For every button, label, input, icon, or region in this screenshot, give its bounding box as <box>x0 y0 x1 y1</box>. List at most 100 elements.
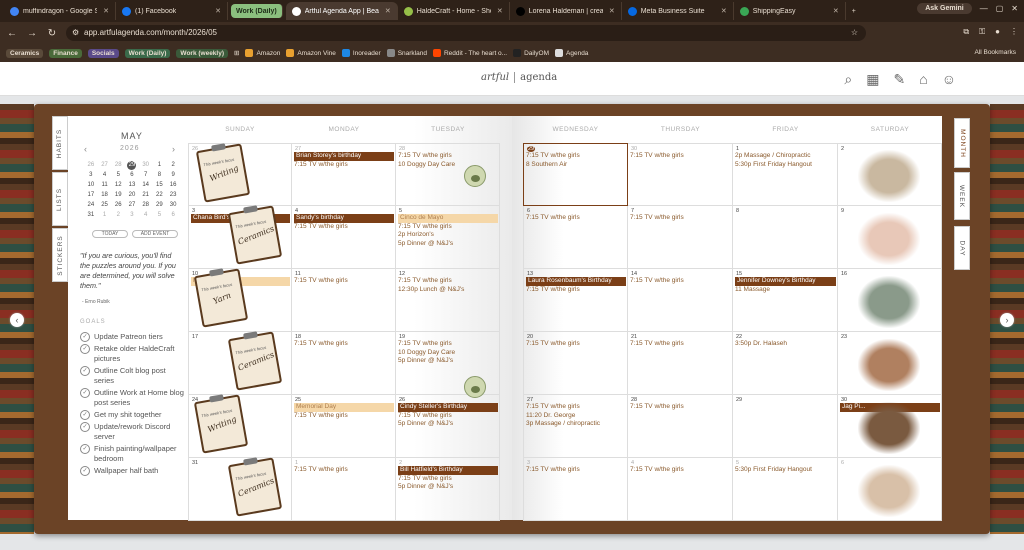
mini-calendar-day[interactable]: 2 <box>111 210 125 220</box>
all-day-event[interactable]: Cinco de Mayo <box>398 214 498 223</box>
calendar-day-cell[interactable]: 11 7:15 TV w/the girls <box>292 269 396 332</box>
mini-calendar-day[interactable]: 26 <box>111 200 125 210</box>
mini-calendar-day[interactable]: 25 <box>98 200 112 210</box>
all-day-event[interactable]: Laura Rosenbaum's Birthday <box>526 277 626 286</box>
browser-tab[interactable]: ShippingEasy ✕ <box>734 2 846 20</box>
goal-item[interactable]: ✓ Retake older HaldeCraft pictures <box>80 344 184 364</box>
tab-close-icon[interactable]: ✕ <box>715 7 727 15</box>
new-tab-button[interactable]: + <box>846 2 862 20</box>
browser-tab[interactable]: HaldeCraft - Home - Shop ✕ <box>398 2 510 20</box>
bookmark-item[interactable]: DailyOM <box>513 49 549 57</box>
mini-calendar-day[interactable]: 31 <box>84 210 98 220</box>
mini-calendar-day[interactable]: 27 <box>98 160 112 170</box>
browser-tab[interactable]: Meta Business Suite ✕ <box>622 2 734 20</box>
mini-calendar-day[interactable]: 5 <box>111 170 125 180</box>
mini-calendar-day[interactable]: 18 <box>98 190 112 200</box>
weekly-focus-sticker[interactable]: This week's focus Ceramics <box>227 457 283 517</box>
goal-item[interactable]: ✓ Outline Colt blog post series <box>80 366 184 386</box>
tab-close-icon[interactable]: ✕ <box>827 7 839 15</box>
calendar-day-cell[interactable]: 8 <box>733 206 838 269</box>
calendar-day-cell[interactable]: 4 Sandy's birthday 7:15 TV w/the girls <box>292 206 396 269</box>
event-item[interactable]: 7:15 TV w/the girls <box>294 466 394 475</box>
calendar-day-cell[interactable]: 25 Memorial Day 7:15 TV w/the girls <box>292 395 396 458</box>
event-item[interactable]: 7:15 TV w/the girls <box>398 475 498 484</box>
apps-grid-icon[interactable]: ⊞ <box>234 49 239 57</box>
calendar-day-cell[interactable]: 14 7:15 TV w/the girls <box>628 269 733 332</box>
weekly-focus-sticker[interactable]: This week's focus Writing <box>193 394 249 454</box>
calendar-day-cell[interactable]: 22 3:50p Dr. Halaseh <box>733 332 838 395</box>
mini-calendar-day[interactable]: 1 <box>153 160 167 170</box>
minimize-icon[interactable]: — <box>980 4 988 13</box>
bookmark-item[interactable]: Amazon <box>245 49 280 57</box>
paw-print-sticker-icon[interactable] <box>464 376 486 398</box>
calendar-day-cell[interactable]: 15 Jennifer Downey's Birthday 11 Massage <box>733 269 838 332</box>
calendar-day-cell[interactable]: 26 Cindy Steller's Birthday 7:15 TV w/the … <box>396 395 500 458</box>
goal-item[interactable]: ✓ Finish painting/wallpaper bedroom <box>80 444 184 464</box>
mini-calendar-day[interactable]: 24 <box>84 200 98 210</box>
mini-calendar-day[interactable]: 29 <box>153 200 167 210</box>
event-item[interactable]: 3p Massage / chiropractic <box>526 420 626 429</box>
event-item[interactable]: 8 Southern Air <box>526 161 626 170</box>
mini-calendar-day[interactable]: 12 <box>111 180 125 190</box>
yarn-balls-sticker[interactable] <box>858 276 920 328</box>
menu-kebab-icon[interactable]: ⋮ <box>1010 27 1018 37</box>
tab-close-icon[interactable]: ✕ <box>603 7 615 15</box>
calendar-day-cell[interactable]: 27 7:15 TV w/the girls 11:20 Dr. George 3p … <box>523 395 628 458</box>
mini-calendar-day[interactable]: 30 <box>166 200 180 210</box>
event-item[interactable]: 11:20 Dr. George <box>526 412 626 421</box>
event-item[interactable]: 7:15 TV w/the girls <box>398 152 498 161</box>
site-info-icon[interactable]: ⚙ <box>72 25 79 41</box>
address-bar[interactable]: ⚙ app.artfulagenda.com/month/2026/05 ☆ <box>66 25 866 41</box>
bookmark-star-icon[interactable]: ☆ <box>851 25 858 41</box>
tab-week[interactable]: WEEK <box>954 172 970 220</box>
event-item[interactable]: 5p Dinner @ N&J's <box>398 420 498 429</box>
mini-calendar-day[interactable]: 13 <box>125 180 139 190</box>
previous-month-arrow[interactable]: ‹ <box>10 313 24 327</box>
event-item[interactable]: 5:30p First Friday Hangout <box>735 161 836 170</box>
calendar-day-cell[interactable]: 2 Bill Hatfield's Birthday 7:15 TV w/the g… <box>396 458 500 521</box>
tab-habits[interactable]: HABITS <box>52 116 68 170</box>
all-day-event[interactable]: Sandy's birthday <box>294 214 394 223</box>
event-item[interactable]: 7:15 TV w/the girls <box>294 340 394 349</box>
calendar-day-cell[interactable]: 21 7:15 TV w/the girls <box>628 332 733 395</box>
mini-calendar-day[interactable]: 28 <box>139 200 153 210</box>
mini-calendar-prev-icon[interactable]: ‹ <box>84 144 87 154</box>
reload-icon[interactable]: ↻ <box>44 28 60 39</box>
mini-calendar-day[interactable]: 2 <box>166 160 180 170</box>
mini-calendar-day[interactable]: 19 <box>111 190 125 200</box>
calendar-day-cell[interactable]: 6 7:15 TV w/the girls <box>523 206 628 269</box>
mini-calendar-day[interactable]: 20 <box>125 190 139 200</box>
calendar-day-cell[interactable]: 5 5:30p First Friday Hangout <box>733 458 838 521</box>
event-item[interactable]: 7:15 TV w/the girls <box>526 152 626 161</box>
all-day-event[interactable]: Brian Storey's birthday <box>294 152 394 161</box>
mini-calendar-day[interactable]: 14 <box>139 180 153 190</box>
all-day-event[interactable]: Jennifer Downey's Birthday <box>735 277 836 286</box>
mini-calendar-day[interactable]: 23 <box>166 190 180 200</box>
event-item[interactable]: 7:15 TV w/the girls <box>398 340 498 349</box>
goal-checkbox-icon[interactable]: ✓ <box>80 444 90 454</box>
event-item[interactable]: 5p Dinner @ N&J's <box>398 357 498 366</box>
tab-lists[interactable]: LISTS <box>52 172 68 226</box>
mini-calendar-day[interactable]: 17 <box>84 190 98 200</box>
goal-checkbox-icon[interactable]: ✓ <box>80 332 90 342</box>
calendar-day-cell[interactable]: 27 Brian Storey's birthday 7:15 TV w/the g… <box>292 143 396 206</box>
mini-calendar-next-icon[interactable]: › <box>172 144 175 154</box>
tab-group-work-daily[interactable]: Work (Daily) <box>231 4 283 18</box>
goal-checkbox-icon[interactable]: ✓ <box>80 422 90 432</box>
event-item[interactable]: 7:15 TV w/the girls <box>630 340 731 349</box>
event-item[interactable]: 7:15 TV w/the girls <box>526 403 626 412</box>
event-item[interactable]: 7:15 TV w/the girls <box>294 412 394 421</box>
bookmark-item[interactable]: Ceramics <box>6 48 44 58</box>
event-item[interactable]: 7:15 TV w/the girls <box>526 466 626 475</box>
mini-calendar-day[interactable]: 21 <box>139 190 153 200</box>
close-icon[interactable]: ✕ <box>1011 4 1018 13</box>
browser-tab[interactable]: muffindragon - Google S ✕ <box>4 2 116 20</box>
mini-calendar-day[interactable]: 7 <box>139 170 153 180</box>
goal-item[interactable]: ✓ Wallpaper half bath <box>80 466 184 476</box>
calendar-day-cell[interactable]: 7 7:15 TV w/the girls <box>628 206 733 269</box>
shop-icon[interactable]: ⌂ <box>919 71 927 88</box>
calendar-day-cell[interactable]: 1 2p Massage / Chiropractic 5:30p First Fr… <box>733 143 838 206</box>
calendar-day-cell[interactable]: 18 7:15 TV w/the girls <box>292 332 396 395</box>
goal-checkbox-icon[interactable]: ✓ <box>80 410 90 420</box>
mini-calendar-day[interactable]: 6 <box>125 170 139 180</box>
